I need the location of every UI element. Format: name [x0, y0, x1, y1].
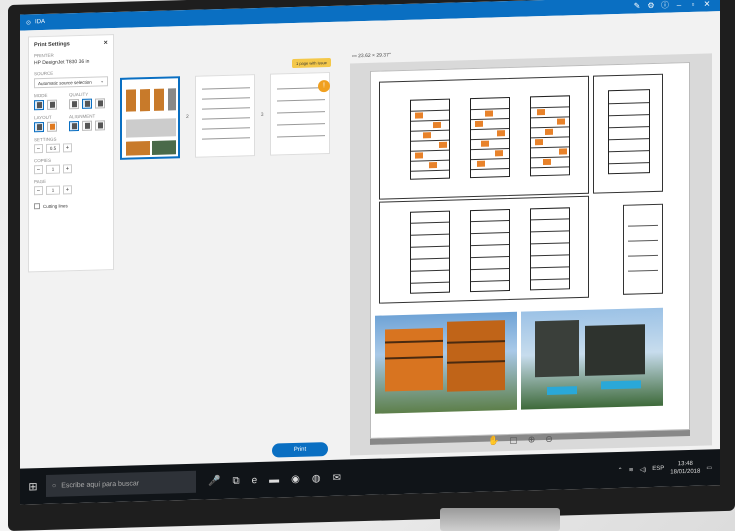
- section-drawing: [379, 195, 589, 304]
- preview-paper: [370, 61, 690, 439]
- issue-badge[interactable]: 1 page with issue: [292, 57, 331, 69]
- source-label: SOURCE: [34, 70, 54, 77]
- quality-best-option[interactable]: [95, 98, 105, 109]
- render-photo-orange: [375, 311, 517, 414]
- increment-button[interactable]: +: [63, 143, 72, 153]
- copies-increment-button[interactable]: +: [63, 164, 72, 174]
- microphone-icon[interactable]: 🎤: [208, 476, 220, 487]
- pages-value[interactable]: 1: [46, 185, 60, 195]
- printer-value[interactable]: HP DesignJet T830 36 in: [34, 58, 108, 67]
- print-button[interactable]: Print: [272, 442, 328, 458]
- monitor-stand: [440, 508, 560, 531]
- paper-size-label: 23.62 × 29.37": [358, 52, 391, 60]
- thumbnail-strip: 2 3: [120, 72, 330, 160]
- align-center-option[interactable]: [82, 120, 92, 131]
- source-value: Automatic source selection: [38, 79, 92, 86]
- layout-landscape-option[interactable]: [47, 121, 57, 132]
- folder-icon[interactable]: ▬: [269, 474, 279, 485]
- close-button[interactable]: ✕: [700, 0, 714, 8]
- pan-hand-icon[interactable]: ✋: [488, 435, 499, 446]
- notification-icon[interactable]: ▭: [706, 464, 712, 471]
- language-indicator[interactable]: ESP: [652, 466, 664, 472]
- main-content: Print Settings ✕ PRINTER HP DesignJet T8…: [20, 11, 720, 469]
- windows-start-icon[interactable]: ⊞: [20, 479, 46, 493]
- search-placeholder: Escribe aquí para buscar: [61, 479, 140, 490]
- layout-label: LAYOUT: [34, 114, 52, 121]
- pages-increment-button[interactable]: +: [63, 185, 72, 195]
- edge-icon[interactable]: e: [252, 475, 258, 486]
- printer-label: PRINTER: [34, 52, 54, 59]
- elevation-drawing: [379, 75, 589, 200]
- chevron-down-icon: ⌄: [100, 78, 104, 84]
- alignment-label: ALIGNMENT: [69, 113, 96, 120]
- screen: ⊙ IDA ✎ ⚙ ⓘ – ▫ ✕ Print Settings ✕ PRINT…: [20, 0, 720, 505]
- align-right-option[interactable]: [95, 120, 105, 131]
- taskbar-search[interactable]: ○ Escribe aquí para buscar: [46, 470, 196, 497]
- pages-label: PAGE: [34, 178, 47, 185]
- mail-icon[interactable]: ✉: [333, 472, 341, 483]
- mode-color-option[interactable]: [34, 99, 44, 111]
- minimize-button[interactable]: –: [672, 0, 686, 9]
- monitor: ⊙ IDA ✎ ⚙ ⓘ – ▫ ✕ Print Settings ✕ PRINT…: [8, 0, 735, 531]
- edit-icon[interactable]: ✎: [630, 1, 644, 10]
- clock[interactable]: 13:48 18/01/2018: [670, 460, 700, 477]
- zoom-out-icon[interactable]: ⊖: [545, 434, 553, 445]
- quality-draft-option[interactable]: [69, 99, 79, 110]
- app-title: ⊙ IDA: [26, 18, 45, 26]
- clock-date: 18/01/2018: [670, 468, 701, 476]
- close-icon[interactable]: ✕: [103, 40, 108, 46]
- volume-icon[interactable]: ◁): [640, 466, 647, 473]
- preview-toolbar: ▭ 23.62 × 29.37": [352, 52, 391, 59]
- tower-3: [530, 95, 570, 177]
- panel-title: Print Settings: [34, 41, 70, 49]
- title-block: [623, 203, 663, 295]
- pages-stepper: − 1 +: [34, 184, 108, 196]
- tower-2: [470, 96, 510, 179]
- mode-label: MODE: [34, 92, 48, 99]
- maximize-button[interactable]: ▫: [686, 0, 700, 9]
- fit-page-icon[interactable]: ▢: [509, 435, 518, 446]
- copies-decrement-button[interactable]: −: [34, 165, 43, 175]
- mode-bw-option[interactable]: [47, 99, 57, 110]
- quality-normal-option[interactable]: [82, 98, 92, 109]
- chrome-icon[interactable]: ◉: [291, 473, 300, 484]
- taskbar-apps: 🎤 ⧉ e ▬ ◉ ◍ ✉: [208, 472, 341, 487]
- print-preview: [350, 53, 712, 456]
- settings-icon[interactable]: ⚙: [644, 0, 658, 9]
- help-icon[interactable]: ⓘ: [658, 0, 672, 10]
- page-number-2: 2: [186, 113, 189, 121]
- whatsapp-icon[interactable]: ◍: [312, 473, 321, 484]
- pages-decrement-button[interactable]: −: [34, 186, 43, 196]
- settings-label: SETTINGS: [34, 136, 57, 143]
- cutting-lines-checkbox[interactable]: Cutting lines: [34, 201, 108, 210]
- layout-portrait-option[interactable]: [34, 121, 44, 133]
- system-tray: ⌃ ≋ ◁) ESP 13:48 18/01/2018 ▭: [618, 459, 720, 478]
- app-name: IDA: [35, 18, 46, 26]
- render-photo-dark: [521, 307, 663, 410]
- quality-label: QUALITY: [69, 91, 89, 98]
- checkbox-label: Cutting lines: [43, 202, 68, 209]
- page-thumbnail-2[interactable]: [194, 74, 255, 158]
- app-icon: ⊙: [26, 19, 32, 26]
- decrement-button[interactable]: −: [34, 144, 43, 154]
- tower-1: [410, 98, 450, 180]
- task-view-icon[interactable]: ⧉: [232, 475, 239, 486]
- settings-value[interactable]: 0.5: [46, 143, 60, 153]
- copies-value[interactable]: 1: [46, 164, 60, 174]
- cortana-icon: ○: [52, 482, 57, 490]
- page-number-3: 3: [260, 111, 264, 118]
- page-thumbnail-1[interactable]: [120, 76, 180, 160]
- settings-stepper: − 0.5 +: [34, 142, 108, 154]
- chevron-up-icon[interactable]: ⌃: [618, 466, 623, 473]
- copies-label: COPIES: [34, 157, 52, 164]
- zoom-toolbar: ✋ ▢ ⊕ ⊖: [488, 434, 553, 447]
- network-icon[interactable]: ≋: [629, 466, 634, 473]
- copies-stepper: − 1 +: [34, 163, 108, 175]
- align-left-option[interactable]: [69, 121, 79, 132]
- zoom-in-icon[interactable]: ⊕: [528, 434, 536, 445]
- checkbox-box[interactable]: [34, 203, 40, 210]
- print-settings-panel: Print Settings ✕ PRINTER HP DesignJet T8…: [28, 34, 114, 273]
- side-elevation-drawing: [593, 73, 663, 194]
